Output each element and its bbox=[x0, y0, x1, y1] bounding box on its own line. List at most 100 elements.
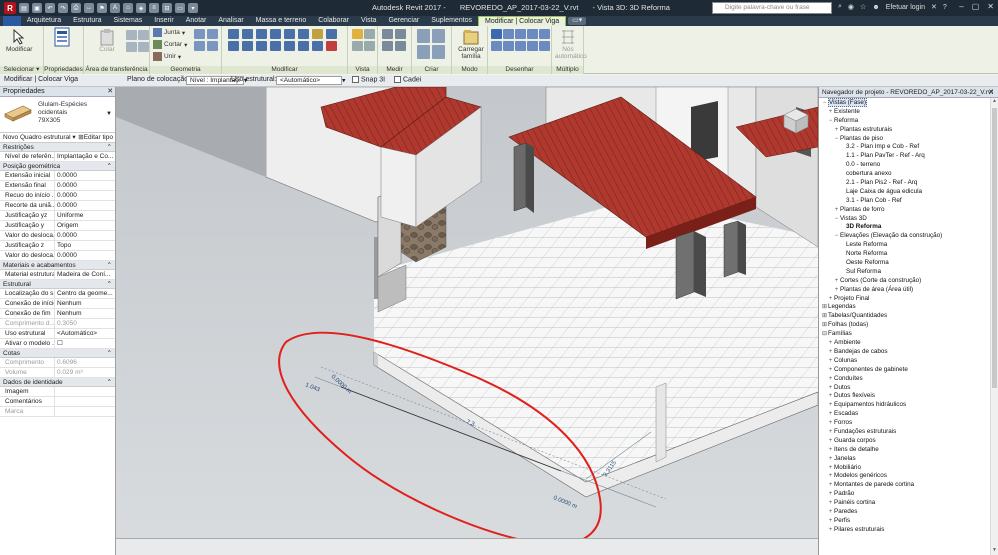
collapse-icon[interactable]: ⌃ bbox=[107, 261, 112, 269]
property-value[interactable]: Implantação e Co... bbox=[55, 152, 115, 161]
browser-node-label[interactable]: 2.1 - Plan Pis2 - Ref - Arq bbox=[846, 179, 917, 186]
copy-element-icon[interactable] bbox=[242, 41, 253, 51]
tab-arquitetura[interactable]: Arquitetura bbox=[21, 16, 67, 26]
collapse-icon[interactable]: ⌃ bbox=[107, 280, 112, 288]
browser-node-label[interactable]: 3D Reforma bbox=[846, 223, 881, 230]
thin-lines-icon[interactable]: ≡ bbox=[149, 3, 159, 13]
rotate-icon[interactable] bbox=[256, 41, 267, 51]
browser-node-label[interactable]: Escadas bbox=[834, 410, 858, 417]
favorite-icon[interactable]: ☆ bbox=[860, 3, 866, 11]
help-icon[interactable]: ? bbox=[943, 4, 947, 11]
property-value[interactable]: Topo bbox=[55, 241, 115, 250]
tab-inserir[interactable]: Inserir bbox=[148, 16, 179, 26]
property-section-header[interactable]: Materiais e acabamentos ⌃ bbox=[0, 261, 115, 270]
property-section-header[interactable]: Cotas ⌃ bbox=[0, 349, 115, 358]
collapse-icon[interactable]: ⌃ bbox=[107, 162, 112, 170]
browser-node[interactable]: − Elevações (Elevação da construção) bbox=[819, 231, 990, 240]
unjoin-button[interactable]: Unir ▾ bbox=[153, 52, 181, 61]
browser-node-label[interactable]: Norte Reforma bbox=[846, 250, 887, 257]
cut-icon[interactable] bbox=[126, 30, 137, 40]
browser-node[interactable]: + Plantas estruturais bbox=[819, 125, 990, 134]
browser-node[interactable]: + Perfis bbox=[819, 516, 990, 525]
browser-node-label[interactable]: Painéis cortina bbox=[834, 499, 875, 506]
pick-lines-icon[interactable] bbox=[527, 41, 538, 51]
paint-icon[interactable] bbox=[194, 29, 205, 39]
usage-dropdown-icon[interactable]: ▾ bbox=[342, 77, 346, 84]
browser-node-label[interactable]: Plantas de área (Área útil) bbox=[840, 286, 913, 293]
copy-icon[interactable] bbox=[138, 30, 149, 40]
project-browser-close-icon[interactable]: ✕ bbox=[988, 87, 994, 98]
browser-node[interactable]: + Escadas bbox=[819, 409, 990, 418]
qat-dropdown-icon[interactable]: ▾ bbox=[188, 3, 198, 13]
browser-node-label[interactable]: Elevações (Elevação da construção) bbox=[840, 232, 942, 239]
paste-button[interactable]: Colar bbox=[98, 28, 116, 53]
demolish-icon[interactable] bbox=[207, 41, 218, 51]
browser-node[interactable]: + Cortes (Corte da construção) bbox=[819, 276, 990, 285]
browser-node[interactable]: 3D Reforma bbox=[819, 222, 990, 231]
join-button[interactable]: Junta ▾ bbox=[153, 28, 185, 37]
browser-node-label[interactable]: Plantas estruturais bbox=[840, 126, 892, 133]
browser-node[interactable]: Laje Caixa de água edicula bbox=[819, 187, 990, 196]
redo-icon[interactable]: ↷ bbox=[58, 3, 68, 13]
browser-node[interactable]: + Modelos genéricos bbox=[819, 471, 990, 480]
property-value[interactable]: 0.0000 bbox=[55, 191, 115, 200]
print-icon[interactable]: ⎙ bbox=[71, 3, 81, 13]
match-icon[interactable] bbox=[126, 42, 137, 52]
browser-node[interactable]: + Colunas bbox=[819, 356, 990, 365]
ribbon-minimize-icon[interactable]: ▭▾ bbox=[568, 17, 587, 25]
property-value[interactable]: 0.0000 bbox=[55, 251, 115, 260]
project-browser-scrollbar[interactable]: ▲ ▼ bbox=[990, 98, 998, 555]
minimize-icon[interactable]: – bbox=[959, 2, 963, 11]
browser-node[interactable]: + Ambiente bbox=[819, 338, 990, 347]
browser-node-label[interactable]: Bandejas de cabos bbox=[834, 348, 888, 355]
property-section-header[interactable]: Restrições ⌃ bbox=[0, 143, 115, 152]
spline-icon[interactable] bbox=[491, 41, 502, 51]
structural-usage-select[interactable]: <Automático> ▾ bbox=[276, 76, 346, 85]
browser-node-label[interactable]: Folhas (todas) bbox=[828, 321, 868, 328]
tab-massa-terreno[interactable]: Massa e terreno bbox=[250, 16, 313, 26]
browser-node-label[interactable]: Laje Caixa de água edicula bbox=[846, 188, 922, 195]
align-icon[interactable] bbox=[228, 29, 239, 39]
line-icon[interactable] bbox=[491, 29, 502, 39]
half-ellipse-icon[interactable] bbox=[515, 41, 526, 51]
move-icon[interactable] bbox=[228, 41, 239, 51]
browser-node[interactable]: Oeste Reforma bbox=[819, 258, 990, 267]
close-icon[interactable]: ✕ bbox=[987, 2, 994, 11]
arc-center-icon[interactable] bbox=[515, 29, 526, 39]
open-icon[interactable]: ▤ bbox=[19, 3, 29, 13]
browser-node[interactable]: + Componentes de gabinete bbox=[819, 365, 990, 374]
load-family-button[interactable]: Carregar família bbox=[456, 28, 486, 60]
scrollbar-thumb[interactable] bbox=[992, 108, 997, 388]
browser-node[interactable]: ⊟Famílias bbox=[819, 329, 990, 338]
browser-node[interactable]: 3.2 - Plan Imp e Cob - Ref bbox=[819, 142, 990, 151]
create-parts-icon[interactable] bbox=[432, 29, 445, 43]
browser-node-label[interactable]: Componentes de gabinete bbox=[834, 366, 908, 373]
browser-node[interactable]: + Plantas de forro bbox=[819, 205, 990, 214]
browser-node[interactable]: + Janelas bbox=[819, 454, 990, 463]
browser-node[interactable]: ⊞Tabelas/Quantidades bbox=[819, 311, 990, 320]
measure-icon[interactable]: ↔ bbox=[84, 3, 94, 13]
create-group-icon[interactable] bbox=[417, 45, 430, 59]
property-value[interactable]: ☐ bbox=[55, 339, 115, 348]
panel-label-selecionar[interactable]: Selecionar ▾ bbox=[0, 66, 43, 74]
browser-node-label[interactable]: Vistas 3D bbox=[840, 215, 867, 222]
chain-checkbox[interactable]: Cadei bbox=[394, 76, 421, 83]
browser-node-label[interactable]: 3.1 - Plan Cob - Ref bbox=[846, 197, 902, 204]
split-gap-icon[interactable] bbox=[298, 29, 309, 39]
create-similar-icon[interactable] bbox=[432, 45, 445, 59]
undo-icon[interactable]: ↶ bbox=[45, 3, 55, 13]
browser-node-label[interactable]: Reforma bbox=[834, 117, 858, 124]
properties-button[interactable] bbox=[53, 27, 71, 47]
array-icon[interactable] bbox=[298, 41, 309, 51]
property-value[interactable]: 0.0000 bbox=[55, 231, 115, 240]
trim-icon[interactable] bbox=[270, 41, 281, 51]
join-paste-icon[interactable] bbox=[138, 42, 149, 52]
browser-node-label[interactable]: Mobiliário bbox=[834, 464, 861, 471]
arc-fillet-icon[interactable] bbox=[539, 29, 550, 39]
property-value[interactable]: Nenhum bbox=[55, 299, 115, 308]
property-section-header[interactable]: Dados de identidade ⌃ bbox=[0, 378, 115, 387]
browser-node-label[interactable]: Fundações estruturais bbox=[834, 428, 896, 435]
linework-icon[interactable] bbox=[364, 41, 375, 51]
browser-node[interactable]: − Reforma bbox=[819, 116, 990, 125]
browser-node[interactable]: − Plantas de piso bbox=[819, 134, 990, 143]
